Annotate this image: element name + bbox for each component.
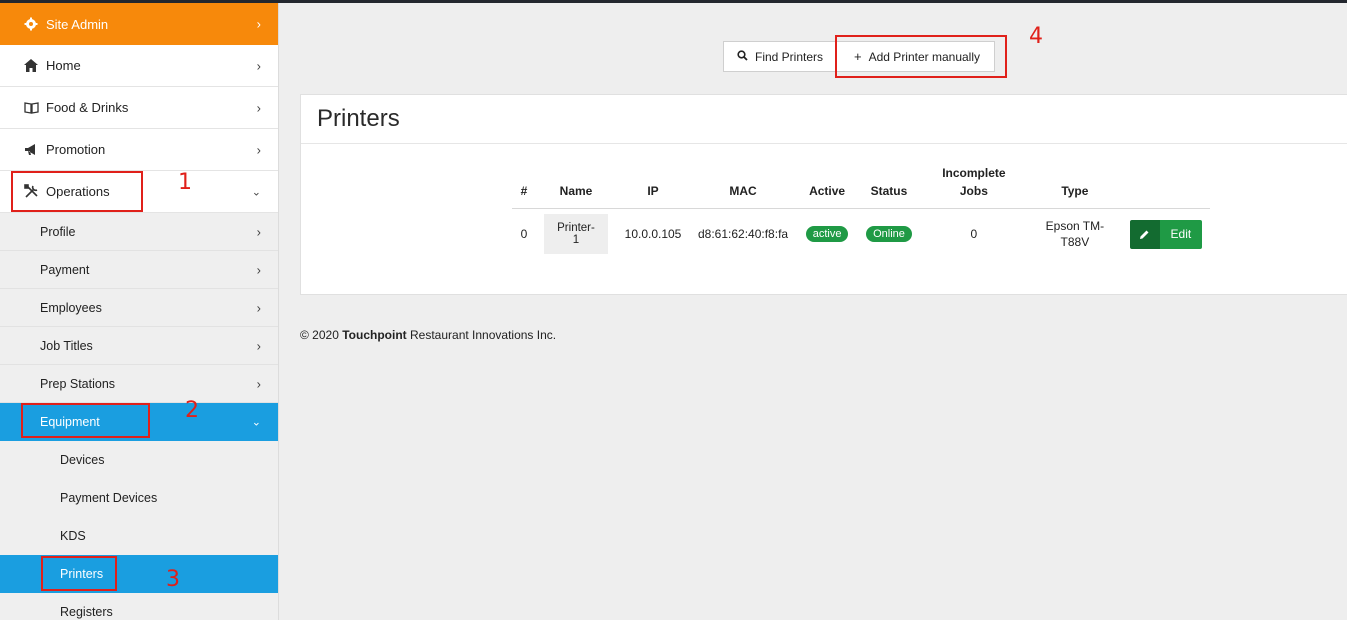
sidebar-subitem-label: Profile [40,224,76,239]
cell-actions: Edit [1122,209,1210,260]
footer-brand: Touchpoint [342,328,407,342]
sidebar-equipment-printers[interactable]: Printers [0,555,278,593]
col-type: Type [1027,166,1122,209]
sidebar-item-site-admin[interactable]: Site Admin › [0,3,278,45]
cell-incomplete: 0 [970,227,978,242]
annotation-number-3: 3 [166,567,180,592]
add-printer-label: Add Printer manually [868,49,981,64]
col-actions [1121,166,1210,209]
chevron-right-icon: › [256,300,261,315]
pencil-icon [1129,219,1160,249]
sidebar-item-label: Home [46,58,81,73]
col-mac: MAC [690,166,797,209]
sidebar-subitem-job-titles[interactable]: Job Titles › [0,327,278,365]
sidebar-subitem-label: Equipment [40,415,100,429]
sidebar-item-home[interactable]: Home › [0,45,278,87]
search-icon [737,49,748,64]
footer-copyright: © 2020 [300,328,339,342]
annotation-number-2: 2 [185,398,199,423]
find-printers-label: Find Printers [755,49,824,64]
sidebar-item-label: Food & Drinks [46,100,129,115]
sidebar-subitem-label: Employees [40,300,102,315]
sidebar-equipment-label: Registers [60,605,113,619]
book-icon [22,99,40,117]
sidebar-item-label: Promotion [46,142,106,157]
col-num: # [512,166,536,209]
chevron-down-icon: ⌄ [251,416,261,429]
cell-num: 0 [520,227,528,242]
edit-label: Edit [1159,219,1202,249]
chevron-right-icon: › [256,16,261,32]
chevron-right-icon: › [256,58,261,73]
footer-company: Restaurant Innovations Inc. [410,328,557,342]
sidebar-item-food-drinks[interactable]: Food & Drinks › [0,87,278,129]
sidebar-item-label: Operations [46,184,110,199]
annotation-number-1: 1 [178,170,192,195]
sidebar-subitem-label: Job Titles [40,338,93,353]
cell-mac: d8:61:62:40:f8:fa [698,227,789,242]
sidebar-item-operations[interactable]: Operations ⌄ [0,171,278,213]
sidebar-equipment-kds[interactable]: KDS [0,517,278,555]
col-incomplete-line1: Incomplete [942,166,1006,180]
cell-status: Online [858,209,920,260]
annotation-number-4: 4 [1029,24,1043,49]
sidebar-equipment-label: KDS [60,529,86,543]
sidebar-subitem-profile[interactable]: Profile › [0,213,278,251]
chevron-right-icon: › [256,262,261,277]
table-row: 0 Printer-1 10.0.0.105 d8:61:62:40:f8:fa… [512,209,1210,260]
active-badge: active [805,226,849,243]
sidebar: Site Admin › Home › Food & Drinks › Prom… [0,3,279,620]
printer-actions-toolbar: Find Printers + Add Printer manually [723,41,996,72]
cell-type: Epson TM- T88V [1028,209,1122,260]
sidebar-item-promotion[interactable]: Promotion › [0,129,278,171]
gear-badge-icon [22,15,40,33]
sidebar-equipment-label: Printers [60,567,104,581]
chevron-right-icon: › [256,224,261,239]
sidebar-subitem-employees[interactable]: Employees › [0,289,278,327]
chevron-right-icon: › [256,376,261,391]
sidebar-item-label: Site Admin [46,16,109,32]
sidebar-subitem-equipment[interactable]: Equipment ⌄ [0,403,278,441]
sidebar-subitem-prep-stations[interactable]: Prep Stations › [0,365,278,403]
home-icon [22,57,40,75]
col-status: Status [858,166,920,209]
chevron-right-icon: › [256,338,261,353]
plus-icon: + [854,49,862,64]
tools-icon [22,183,40,201]
sidebar-subitem-label: Prep Stations [40,376,116,391]
chevron-down-icon: ⌄ [251,186,261,198]
sidebar-equipment-payment-devices[interactable]: Payment Devices [0,479,278,517]
cell-ip: 10.0.0.105 [624,227,682,242]
panel-header: Printers [301,95,1347,144]
sidebar-equipment-label: Devices [60,453,105,467]
printers-panel: Printers # Name IP MAC Active Status Inc… [300,94,1347,295]
table-header-row: # Name IP MAC Active Status Incomplete J… [512,166,1210,209]
sidebar-equipment-registers[interactable]: Registers [0,593,278,620]
printers-table: # Name IP MAC Active Status Incomplete J… [512,166,1210,260]
edit-button[interactable]: Edit [1129,219,1202,249]
col-name: Name [536,166,616,209]
printer-name-chip: Printer-1 [544,214,608,255]
cell-name: Printer-1 [536,209,616,260]
find-printers-button[interactable]: Find Printers [723,41,838,72]
col-ip: IP [616,166,690,209]
sidebar-equipment-label: Payment Devices [60,491,158,505]
add-printer-manually-button[interactable]: + Add Printer manually [837,41,996,72]
cell-active: active [796,209,858,260]
sidebar-subitem-payment[interactable]: Payment › [0,251,278,289]
megaphone-icon [22,141,40,159]
page-title: Printers [317,105,400,132]
status-badge: Online [866,226,912,243]
col-incomplete-line2: Jobs [959,184,988,198]
footer: © 2020 Touchpoint Restaurant Innovations… [300,328,556,342]
col-active: Active [796,166,859,209]
chevron-right-icon: › [256,100,261,115]
type-line1: Epson TM- [1045,219,1105,234]
col-incomplete-jobs: Incomplete Jobs [919,166,1028,209]
chevron-right-icon: › [256,142,261,157]
type-line2: T88V [1060,235,1090,250]
sidebar-subitem-label: Payment [40,262,90,277]
sidebar-equipment-devices[interactable]: Devices [0,441,278,479]
